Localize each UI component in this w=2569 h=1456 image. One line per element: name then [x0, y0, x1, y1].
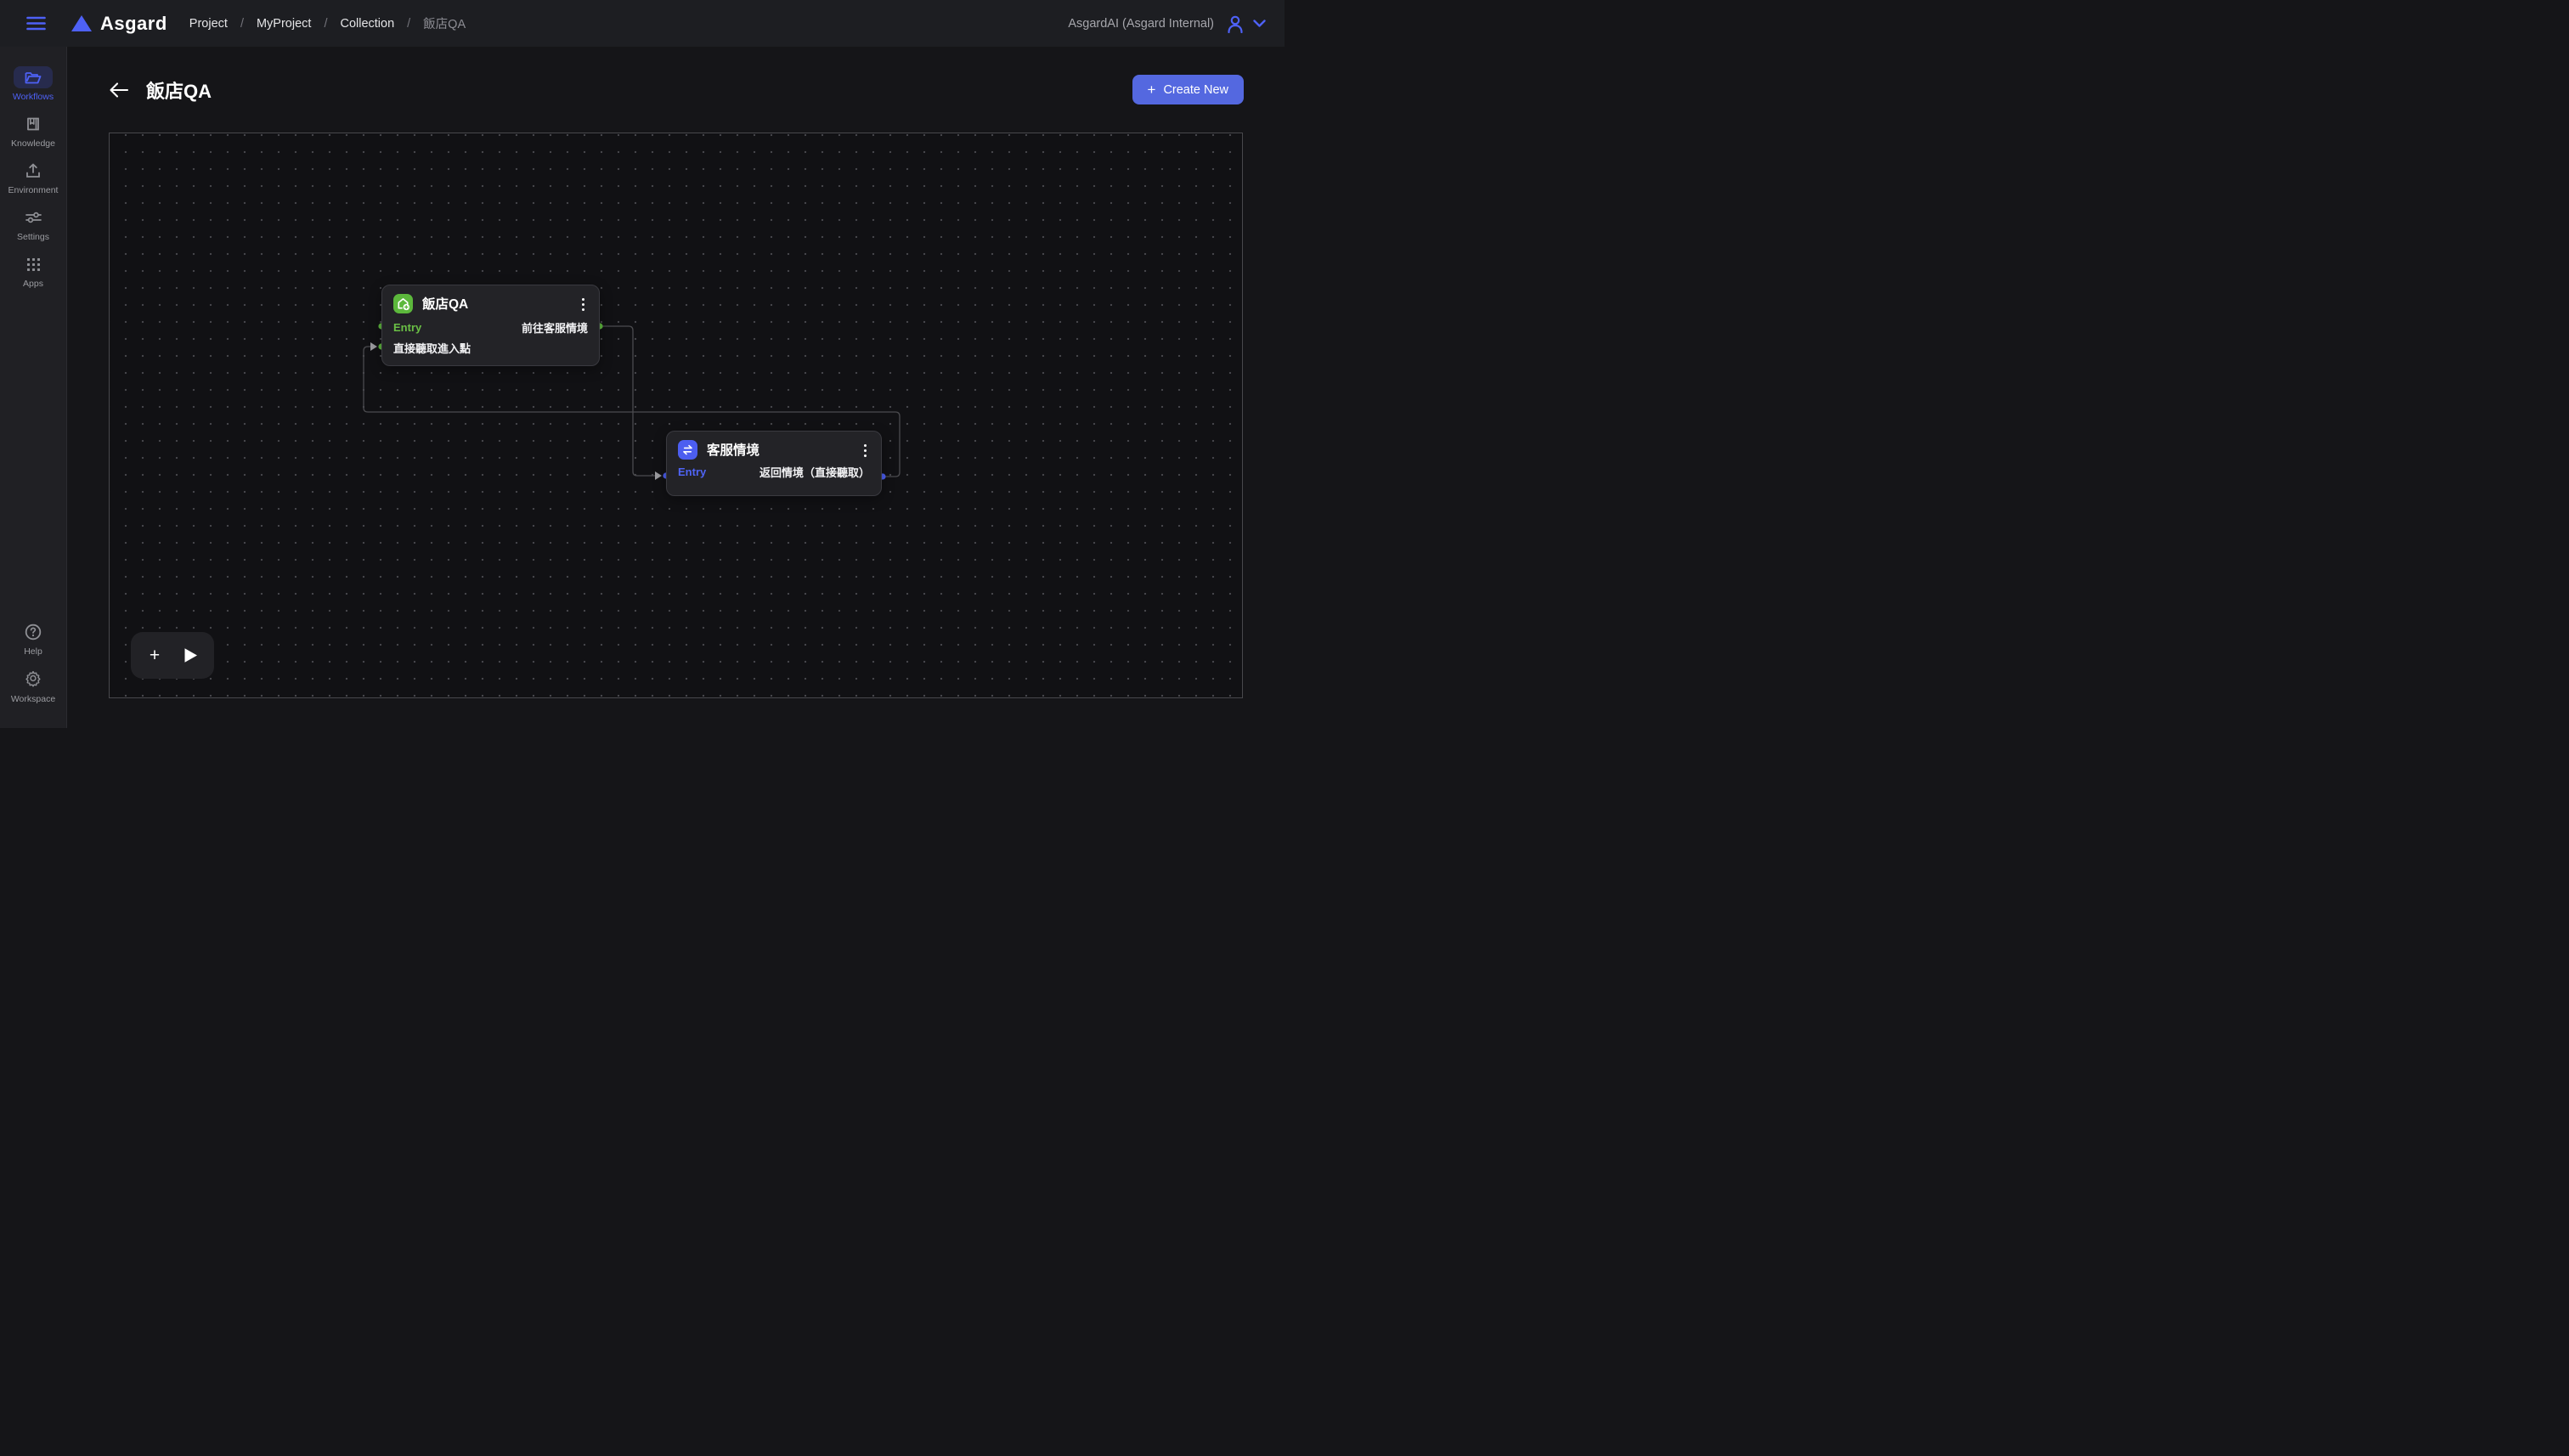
top-bar: Asgard Project / MyProject / Collection …	[0, 0, 1284, 47]
sidebar-item-label: Environment	[8, 185, 59, 195]
edge-arrowhead	[655, 471, 662, 480]
sidebar-item-environment[interactable]: Environment	[8, 160, 59, 195]
account-menu[interactable]: AsgardAI (Asgard Internal)	[1068, 14, 1266, 33]
main-content: 飯店QA + Create New	[67, 47, 1284, 728]
sidebar-item-label: Settings	[17, 232, 49, 242]
create-new-button[interactable]: + Create New	[1132, 75, 1245, 104]
create-new-label: Create New	[1163, 83, 1228, 97]
workflow-node-service-context[interactable]: 客服情境 Entry 返回情境（直接聽取）	[666, 431, 882, 496]
sidebar-item-label: Apps	[23, 279, 43, 289]
upload-icon	[25, 163, 41, 178]
breadcrumb-project[interactable]: Project	[189, 17, 228, 31]
sidebar-item-knowledge[interactable]: Knowledge	[11, 113, 55, 149]
brand-logo[interactable]: Asgard	[71, 13, 167, 35]
sidebar-item-help[interactable]: Help	[14, 621, 53, 657]
run-workflow-button[interactable]	[180, 646, 200, 666]
sidebar-item-label: Help	[24, 646, 42, 657]
sidebar-item-label: Workspace	[11, 694, 55, 704]
hamburger-menu-button[interactable]	[12, 16, 59, 31]
account-label: AsgardAI (Asgard Internal)	[1068, 17, 1214, 31]
back-button[interactable]	[109, 82, 129, 98]
sidebar-item-apps[interactable]: Apps	[14, 253, 53, 289]
return-port-label: 返回情境（直接聽取）	[759, 464, 870, 480]
sidebar-item-label: Knowledge	[11, 138, 55, 149]
apps-grid-icon	[26, 257, 41, 272]
workflow-node-hotel-qa[interactable]: 飯店QA Entry 前往客服情境 直接聽取進入點	[381, 285, 600, 366]
node-menu-kebab-icon[interactable]	[857, 442, 872, 459]
node-row: Entry 前往客服情境	[393, 318, 588, 336]
sidebar-item-workspace[interactable]: Workspace	[11, 669, 55, 704]
house-plus-icon	[393, 294, 413, 313]
logo-text: Asgard	[100, 13, 167, 35]
sidebar: Workflows Knowledge	[0, 47, 67, 728]
breadcrumb-separator: /	[407, 17, 410, 31]
breadcrumb-collection[interactable]: Collection	[340, 17, 394, 31]
page-title: 飯店QA	[146, 76, 212, 104]
help-circle-icon	[25, 624, 42, 641]
breadcrumb-separator: /	[324, 17, 327, 31]
sliders-icon	[25, 211, 42, 224]
page-header: 飯店QA + Create New	[109, 75, 1244, 104]
sidebar-item-label: Workflows	[13, 92, 54, 102]
edge-arrowhead	[370, 342, 377, 351]
output-port-label: 前往客服情境	[522, 319, 588, 336]
edge-layer	[110, 133, 1243, 698]
node-menu-kebab-icon[interactable]	[575, 296, 590, 313]
node-row: 直接聽取進入點	[393, 338, 588, 357]
breadcrumb-current-page: 飯店QA	[423, 14, 466, 32]
sidebar-item-settings[interactable]: Settings	[14, 206, 53, 242]
node-title: 飯店QA	[422, 294, 468, 313]
direct-listen-port-label: 直接聽取進入點	[393, 340, 471, 356]
sidebar-footer-nav: Help Workspace	[0, 621, 66, 704]
play-icon	[184, 647, 198, 663]
user-icon	[1226, 14, 1245, 33]
sidebar-item-workflows[interactable]: Workflows	[13, 66, 54, 102]
chevron-down-icon	[1253, 20, 1266, 27]
entry-port-label: Entry	[678, 466, 706, 478]
logo-triangle-icon	[71, 15, 92, 31]
folder-icon	[25, 71, 42, 85]
sidebar-main-nav: Workflows Knowledge	[0, 66, 66, 289]
edge-hotelqa-to-service	[600, 326, 655, 476]
node-title: 客服情境	[707, 440, 759, 459]
entry-port-label: Entry	[393, 321, 421, 334]
exchange-arrows-icon	[678, 440, 697, 460]
breadcrumb: Project / MyProject / Collection / 飯店QA	[189, 14, 466, 32]
arrow-left-icon	[109, 82, 129, 98]
canvas-toolbar: +	[131, 632, 214, 679]
breadcrumb-myproject[interactable]: MyProject	[257, 17, 311, 31]
gear-icon	[25, 671, 42, 688]
hamburger-icon	[26, 16, 46, 31]
plus-icon: +	[1148, 82, 1156, 97]
app-window: Asgard Project / MyProject / Collection …	[0, 0, 1284, 728]
add-node-button[interactable]: +	[144, 646, 165, 666]
workflow-canvas[interactable]: 飯店QA Entry 前往客服情境 直接聽取進入點	[109, 133, 1243, 698]
breadcrumb-separator: /	[240, 17, 244, 31]
book-icon	[25, 116, 41, 132]
node-row: Entry 返回情境（直接聽取）	[678, 462, 870, 481]
